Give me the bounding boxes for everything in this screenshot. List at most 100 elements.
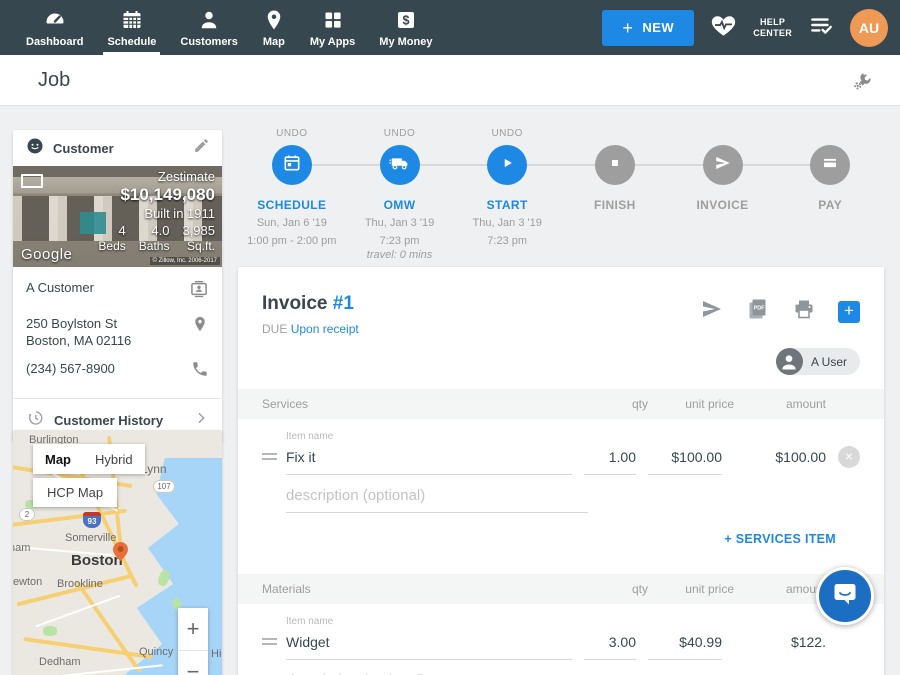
start-step-button[interactable] — [487, 145, 527, 185]
calendar-icon — [120, 8, 144, 32]
services-section-header: Services qty unit price amount — [238, 389, 884, 419]
zoom-in-button[interactable]: + — [178, 608, 208, 650]
drag-handle[interactable] — [262, 638, 286, 660]
timeline-step-invoice: INVOICE — [669, 128, 777, 262]
unit-price-input[interactable] — [648, 634, 722, 650]
new-button[interactable]: + NEW — [602, 10, 694, 46]
zoom-out-button[interactable]: − — [178, 651, 208, 675]
item-name-input[interactable] — [286, 634, 572, 650]
checklist-icon[interactable] — [808, 12, 834, 43]
amount-column-header: amount — [734, 582, 826, 596]
map-island — [157, 569, 172, 587]
pay-step-button[interactable] — [810, 145, 850, 185]
unit-price-field — [648, 449, 722, 475]
job-location-pin-icon[interactable] — [113, 542, 128, 566]
remove-item-button[interactable]: × — [838, 446, 860, 468]
invoice-step-button[interactable] — [703, 145, 743, 185]
timeline-step-schedule: UNDO SCHEDULE Sun, Jan 6 '19 1:00 pm - 2… — [238, 128, 346, 262]
title-bar: Job — [0, 55, 900, 106]
schedule-step-button[interactable] — [272, 145, 312, 185]
section-name: Services — [262, 397, 584, 411]
heart-pulse-icon[interactable] — [710, 12, 737, 44]
chat-widget-button[interactable] — [816, 567, 874, 625]
baths-value: 4.0 — [139, 223, 170, 238]
route-107-shield: 107 — [153, 480, 175, 493]
customer-card-header: Customer — [13, 130, 222, 166]
nav-item-map[interactable]: Map — [250, 0, 298, 55]
phone-icon[interactable] — [185, 360, 209, 383]
customer-details: A Customer 250 Boylston St Boston, MA 02… — [13, 267, 222, 398]
print-icon[interactable] — [792, 297, 816, 326]
hybrid-button[interactable]: Hybrid — [83, 444, 145, 474]
finish-step-button[interactable] — [595, 145, 635, 185]
map-label-quincy: Quincy — [139, 646, 173, 658]
location-pin-icon[interactable] — [185, 315, 209, 338]
step-date: Sun, Jan 6 '19 — [238, 216, 346, 230]
unit-price-column-header: unit price — [648, 397, 734, 411]
navbar-right: + NEW HELP CENTER AU — [602, 0, 900, 55]
undo-schedule-link[interactable]: UNDO — [238, 128, 346, 141]
map-label-somerville: Somerville — [65, 532, 116, 544]
credit-card-icon — [821, 154, 839, 177]
map-label-waltham: ham — [13, 542, 30, 554]
item-name-input[interactable] — [286, 449, 572, 465]
top-navbar: Dashboard Schedule Customers Map — [0, 0, 900, 55]
unit-price-column-header: unit price — [648, 582, 734, 596]
edit-pencil-icon[interactable] — [193, 137, 210, 159]
qty-input[interactable] — [584, 449, 636, 465]
calendar-icon — [282, 153, 302, 178]
description-input[interactable] — [286, 487, 588, 504]
chat-icon — [831, 580, 859, 613]
step-label: INVOICE — [669, 198, 777, 212]
assignee-pill[interactable]: A User — [776, 348, 860, 375]
map-park — [43, 626, 57, 636]
baths-label: Baths — [139, 239, 170, 253]
step-label: SCHEDULE — [238, 198, 346, 212]
add-invoice-item-button[interactable]: + — [838, 301, 860, 323]
qty-column-header: qty — [584, 397, 648, 411]
due-value-link[interactable]: Upon receipt — [291, 322, 359, 336]
invoice-number[interactable]: #1 — [333, 293, 354, 314]
undo-omw-link[interactable]: UNDO — [346, 128, 454, 141]
qty-input[interactable] — [584, 634, 636, 650]
beds-label: Beds — [98, 239, 125, 253]
property-photo[interactable]: Zestimate $10,149,080 Built in 1911 4Bed… — [13, 166, 222, 267]
i93-shield: 93 — [83, 512, 101, 528]
help-center-link[interactable]: HELP CENTER — [753, 17, 792, 39]
map-pin-icon — [262, 8, 286, 32]
job-settings-tools-icon[interactable] — [850, 69, 874, 98]
built-year: Built in 1911 — [98, 206, 215, 221]
nav-item-my-apps[interactable]: My Apps — [298, 0, 367, 55]
service-line-item: Item name $100.00 × + SERVICE — [238, 419, 884, 560]
section-name: Materials — [262, 582, 584, 596]
truck-icon — [389, 152, 411, 179]
undo-spacer — [669, 128, 777, 141]
nav-label: Map — [263, 36, 285, 48]
send-invoice-icon[interactable] — [700, 297, 724, 326]
map-button[interactable]: Map — [33, 444, 83, 474]
contact-card-icon[interactable] — [183, 279, 209, 304]
nav-item-schedule[interactable]: Schedule — [95, 0, 168, 55]
user-avatar[interactable]: AU — [850, 9, 888, 47]
app-window: Dashboard Schedule Customers Map — [0, 0, 900, 675]
step-label: PAY — [776, 198, 884, 212]
map-label-dedham: Dedham — [39, 656, 81, 668]
invoice-actions: PDF + — [700, 293, 860, 326]
unit-price-input[interactable] — [648, 449, 722, 465]
drag-handle[interactable] — [262, 453, 286, 475]
invoice-card: Invoice #1 DUE Upon receipt PDF — [238, 267, 884, 675]
zestimate-overlay: Zestimate $10,149,080 Built in 1911 4Bed… — [98, 169, 215, 253]
add-services-item-link[interactable]: + SERVICES ITEM — [724, 532, 836, 546]
nav-item-my-money[interactable]: $ My Money — [367, 0, 444, 55]
hcp-map-button[interactable]: HCP Map — [33, 478, 117, 507]
map-panel[interactable]: Burlington Lynn 107 2 93 Somerville ham … — [13, 430, 222, 675]
omw-step-button[interactable] — [380, 145, 420, 185]
nav-item-dashboard[interactable]: Dashboard — [14, 0, 95, 55]
undo-start-link[interactable]: UNDO — [453, 128, 561, 141]
svg-text:$: $ — [402, 13, 409, 27]
nav-item-customers[interactable]: Customers — [168, 0, 249, 55]
customer-history-label: Customer History — [54, 413, 163, 428]
step-time: 1:00 pm - 2:00 pm — [238, 234, 346, 248]
pdf-icon[interactable]: PDF — [746, 297, 770, 326]
customer-card-title: Customer — [53, 141, 114, 156]
